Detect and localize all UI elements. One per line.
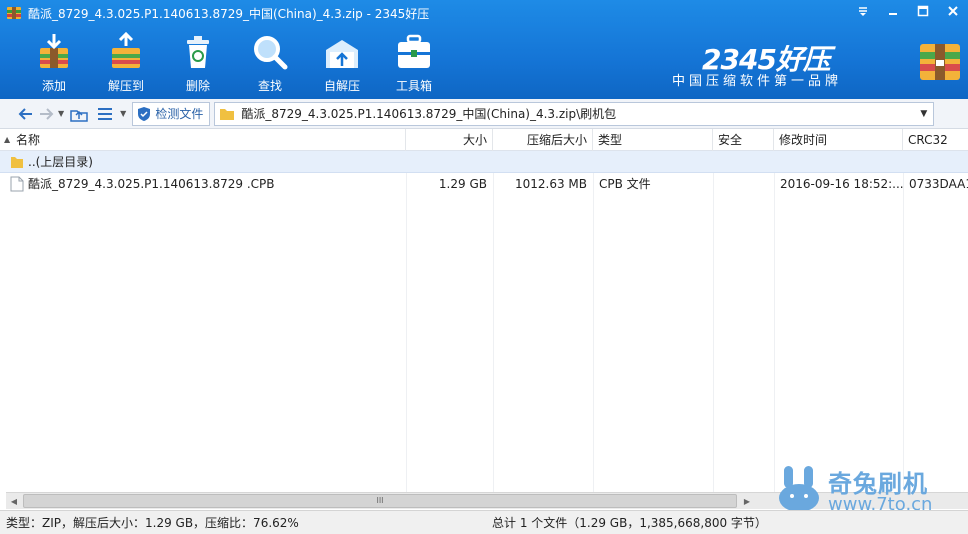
toolbox-icon [398,34,430,68]
maximize-button[interactable] [908,0,938,22]
view-mode-button[interactable] [94,102,116,126]
file-list: ▲ 名称 大小 压缩后大小 类型 安全 修改时间 CRC32 ..(上层目录) … [0,129,968,493]
list-header: ▲ 名称 大小 压缩后大小 类型 安全 修改时间 CRC32 [0,129,968,151]
column-header-type[interactable]: 类型 [593,129,713,151]
self-extract-button[interactable]: 自解压 [306,30,378,94]
close-button[interactable] [938,0,968,22]
window-title: 酷派_8729_4.3.025.P1.140613.8729_中国(China)… [28,6,430,21]
up-folder-icon [70,109,88,122]
rabbit-logo-icon [779,466,819,512]
file-type: CPB 文件 [599,177,651,191]
column-divider [774,151,775,493]
file-name: 酷派_8729_4.3.025.P1.140613.8729 .CPB [28,177,275,191]
column-header-packed-size[interactable]: 压缩后大小 [493,129,593,151]
menu-button[interactable] [848,0,878,22]
address-bar: ▼ ▼ 检测文件 酷派_8729_4.3.025.P1.140613.8729_… [0,99,968,129]
scroll-grip: III [376,496,384,505]
shield-icon [138,106,151,121]
toolbar-label: 添加 [41,79,66,93]
toolbar-label: 解压到 [107,79,144,93]
back-button[interactable] [14,102,36,126]
status-total-info: 总计 1 个文件（1.29 GB，1,385,668,800 字节） [492,516,767,530]
toolbar-label: 删除 [185,79,210,93]
path-dropdown-icon[interactable]: ▼ [920,109,927,119]
add-archive-icon [40,34,68,68]
title-toolbar-band: 酷派_8729_4.3.025.P1.140613.8729_中国(China)… [0,0,968,99]
view-dropdown-icon[interactable]: ▼ [120,109,126,118]
forward-button[interactable] [36,102,58,126]
column-divider [713,151,714,493]
status-bar: 类型：ZIP，解压后大小：1.29 GB，压缩比：76.62% 总计 1 个文件… [0,510,968,534]
forward-arrow-icon [40,107,54,120]
menu-icon [859,7,867,16]
detect-file-button[interactable]: 检测文件 [132,101,211,126]
sort-ascending-icon: ▲ [4,135,11,144]
brand-logo: 2345好压 中国压缩软件第一品牌 [672,38,960,94]
path-input[interactable]: 酷派_8729_4.3.025.P1.140613.8729_中国(China)… [214,101,935,126]
app-icon [7,7,21,19]
file-crc32: 0733DAA1 [909,177,968,191]
file-size: 1.29 GB [438,177,487,191]
status-archive-info: 类型：ZIP，解压后大小：1.29 GB，压缩比：76.62% [6,516,299,530]
parent-directory-row[interactable]: ..(上层目录) [0,151,968,173]
column-header-security[interactable]: 安全 [713,129,774,151]
file-packed-size: 1012.63 MB [514,177,587,191]
search-icon [254,36,288,70]
toolbar-label: 工具箱 [395,79,432,93]
history-dropdown-icon[interactable]: ▼ [58,109,64,118]
column-divider [406,151,407,493]
find-button[interactable]: 查找 [234,30,306,94]
toolbar: 添加 解压到 删除 查找 自解压 工具箱 [18,30,450,94]
column-divider [903,151,904,493]
scroll-right-button[interactable]: ▶ [739,493,755,509]
column-header-modified[interactable]: 修改时间 [774,129,903,151]
toolbox-button[interactable]: 工具箱 [378,30,450,94]
detect-file-label: 检测文件 [155,107,204,121]
scroll-thumb[interactable]: III [23,494,737,508]
maximize-icon [917,5,929,17]
minimize-icon [889,13,897,15]
minimize-button[interactable] [878,0,908,22]
up-folder-button[interactable] [68,102,90,126]
file-modified: 2016-09-16 18:52:... [780,177,903,191]
add-button[interactable]: 添加 [18,30,90,94]
archive-box-icon [920,44,960,80]
title-bar: 酷派_8729_4.3.025.P1.140613.8729_中国(China)… [0,0,968,26]
column-header-name[interactable]: ▲ 名称 [0,129,406,151]
back-arrow-icon [18,107,32,120]
path-text: 酷派_8729_4.3.025.P1.140613.8729_中国(China)… [241,107,617,121]
toolbar-label: 查找 [257,79,282,93]
column-header-crc32[interactable]: CRC32 [903,129,968,151]
delete-button[interactable]: 删除 [162,30,234,94]
folder-icon [220,108,235,120]
list-view-icon [98,107,113,120]
window-controls [848,0,968,22]
close-icon [948,6,958,16]
scroll-left-button[interactable]: ◀ [6,493,22,509]
trash-icon [187,36,209,68]
parent-directory-label: ..(上层目录) [28,155,93,169]
brand-slogan: 中国压缩软件第一品牌 [672,74,843,89]
self-extract-icon [326,40,358,68]
extract-to-button[interactable]: 解压到 [90,30,162,94]
extract-to-icon [112,32,140,68]
column-divider [593,151,594,493]
column-divider [493,151,494,493]
table-row[interactable]: 酷派_8729_4.3.025.P1.140613.8729 .CPB 1.29… [0,173,968,195]
column-header-size[interactable]: 大小 [406,129,493,151]
file-security [713,173,774,195]
toolbar-label: 自解压 [323,79,360,93]
